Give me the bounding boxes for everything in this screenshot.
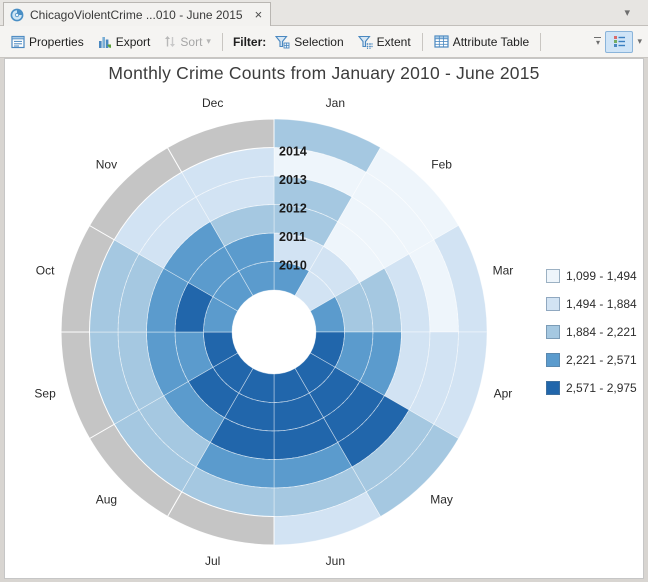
month-label-Dec: Dec	[202, 96, 223, 110]
legend-label: 1,884 - 2,221	[566, 325, 637, 339]
month-label-Apr: Apr	[494, 386, 513, 400]
attribute-table-icon	[434, 35, 449, 48]
month-label-Oct: Oct	[36, 264, 55, 278]
month-label-Mar: Mar	[493, 264, 514, 278]
month-label-Feb: Feb	[431, 157, 452, 171]
legend-item: 1,494 - 1,884	[546, 290, 637, 318]
properties-label: Properties	[29, 35, 84, 49]
toolbar-separator	[422, 33, 423, 51]
year-label-2013: 2013	[279, 173, 307, 187]
export-button[interactable]: Export	[91, 31, 158, 53]
filter-extent-button[interactable]: Extent	[351, 31, 418, 53]
extent-label: Extent	[377, 35, 411, 49]
month-label-Jun: Jun	[326, 554, 345, 568]
legend-swatch	[546, 269, 560, 283]
toolbar-separator	[222, 33, 223, 51]
legend-swatch	[546, 381, 560, 395]
legend-swatch	[546, 297, 560, 311]
month-label-Jan: Jan	[326, 96, 345, 110]
attribute-table-label: Attribute Table	[453, 35, 530, 49]
month-label-Nov: Nov	[96, 157, 117, 171]
legend-toggle-button[interactable]	[605, 31, 633, 53]
legend-item: 2,221 - 2,571	[546, 346, 637, 374]
tab-bar: ChicagoViolentCrime ...010 - June 2015 ×…	[0, 0, 648, 26]
filter-selection-button[interactable]: Selection	[268, 31, 350, 53]
toolbar-overflow-icon[interactable]: ▾	[594, 37, 601, 47]
legend-item: 2,571 - 2,975	[546, 374, 637, 402]
legend-swatch	[546, 325, 560, 339]
year-label-2012: 2012	[279, 202, 307, 216]
export-icon	[98, 35, 112, 49]
selection-funnel-icon	[275, 35, 290, 49]
toolbar-separator	[540, 33, 541, 51]
chart-toolbar: Properties Export Sort ▾ Filter:	[0, 26, 648, 58]
legend-label: 2,221 - 2,571	[566, 353, 637, 367]
properties-icon	[11, 35, 25, 49]
legend-list-icon	[613, 35, 626, 48]
legend-label: 1,099 - 1,494	[566, 269, 637, 283]
year-label-2011: 2011	[279, 230, 306, 244]
legend-label: 2,571 - 2,975	[566, 381, 637, 395]
legend-swatch	[546, 353, 560, 367]
legend-item: 1,884 - 2,221	[546, 318, 637, 346]
month-label-May: May	[430, 493, 453, 507]
extent-funnel-icon	[358, 35, 373, 49]
year-label-2010: 2010	[279, 259, 307, 273]
chart-canvas: Monthly Crime Counts from January 2010 -…	[4, 58, 644, 579]
properties-button[interactable]: Properties	[4, 31, 91, 53]
sort-label: Sort	[180, 35, 202, 49]
chart-legend: 1,099 - 1,494 1,494 - 1,884 1,884 - 2,221 2…	[546, 262, 637, 402]
filter-label: Filter:	[233, 35, 266, 49]
attribute-table-button[interactable]: Attribute Table	[427, 31, 537, 53]
legend-label: 1,494 - 1,884	[566, 297, 637, 311]
month-label-Jul: Jul	[205, 554, 220, 568]
tab-title: ChicagoViolentCrime ...010 - June 2015	[30, 8, 243, 22]
chart-view-tab[interactable]: ChicagoViolentCrime ...010 - June 2015 ×	[3, 2, 271, 26]
month-label-Sep: Sep	[34, 386, 56, 400]
sort-icon	[164, 35, 176, 48]
window-dropdown-icon[interactable]: ▾	[624, 6, 630, 19]
tab-close-icon[interactable]: ×	[255, 8, 263, 21]
sort-button: Sort ▾	[157, 31, 218, 53]
selection-label: Selection	[294, 35, 343, 49]
legend-item: 1,099 - 1,494	[546, 262, 637, 290]
month-label-Aug: Aug	[96, 493, 117, 507]
export-label: Export	[116, 35, 151, 49]
center-hole	[232, 290, 315, 373]
chart-view-icon	[10, 8, 24, 22]
sort-caret-icon: ▾	[206, 37, 211, 46]
legend-button-caret-icon[interactable]: ▾	[637, 37, 642, 46]
year-label-2014: 2014	[279, 145, 307, 159]
